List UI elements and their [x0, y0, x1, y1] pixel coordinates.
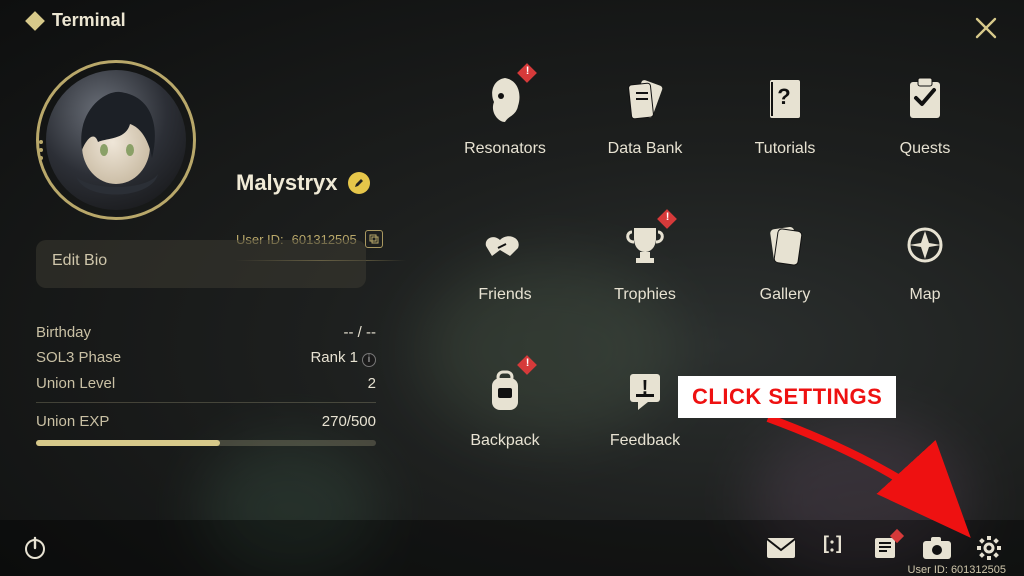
power-button[interactable]: [20, 533, 50, 563]
mail-button[interactable]: [766, 533, 796, 563]
annotation-callout: CLICK SETTINGS: [678, 376, 896, 418]
menu-feedback[interactable]: ! Feedback: [580, 352, 710, 492]
camera-button[interactable]: [922, 533, 952, 563]
level-value: 2: [368, 375, 376, 392]
menu-label: Trophies: [614, 286, 676, 304]
svg-text:[: [: [823, 535, 829, 553]
databank-icon: [618, 72, 672, 126]
quests-icon: [898, 72, 952, 126]
menu-label: Map: [909, 286, 940, 304]
menu-label: Friends: [478, 286, 531, 304]
menu-map[interactable]: Map: [860, 206, 990, 346]
edit-name-button[interactable]: [348, 172, 370, 194]
svg-text:]: ]: [836, 535, 842, 553]
menu-label: Data Bank: [608, 140, 683, 158]
player-name: Malystryx: [236, 170, 338, 196]
menu-label: Resonators: [464, 140, 546, 158]
svg-text:?: ?: [777, 84, 790, 109]
birthday-value: -- / --: [344, 324, 376, 341]
menu-quests[interactable]: Quests: [860, 60, 990, 200]
edit-bio-input[interactable]: Edit Bio: [36, 240, 366, 288]
menu-label: Quests: [900, 140, 951, 158]
exp-bar: [36, 440, 376, 446]
info-icon[interactable]: i: [362, 353, 376, 367]
bio-placeholder: Edit Bio: [52, 252, 107, 269]
exp-bar-fill: [36, 440, 220, 446]
friends-icon: [478, 218, 532, 272]
notice-button[interactable]: [870, 533, 900, 563]
map-icon: [898, 218, 952, 272]
divider: [36, 402, 376, 403]
menu-tutorials[interactable]: ? Tutorials: [720, 60, 850, 200]
settings-button[interactable]: [974, 533, 1004, 563]
phase-label: SOL3 Phase: [36, 349, 121, 367]
gallery-icon: [758, 218, 812, 272]
level-label: Union Level: [36, 375, 115, 392]
feedback-icon: !: [618, 364, 672, 418]
avatar-ring: [36, 60, 196, 220]
menu-gallery[interactable]: Gallery: [720, 206, 850, 346]
menu-backpack[interactable]: Backpack: [440, 352, 570, 492]
menu-label: Gallery: [760, 286, 811, 304]
exp-label: Union EXP: [36, 413, 109, 430]
exp-value: 270/500: [322, 413, 376, 430]
copy-user-id-button[interactable]: [365, 230, 383, 248]
menu-label: Tutorials: [755, 140, 816, 158]
time-button[interactable]: []: [818, 533, 848, 563]
close-button[interactable]: [972, 14, 1000, 42]
birthday-label: Birthday: [36, 324, 91, 341]
menu-databank[interactable]: Data Bank: [580, 60, 710, 200]
page-title: Terminal: [52, 10, 126, 31]
menu-resonators[interactable]: Resonators: [440, 60, 570, 200]
footer-user-id: User ID: 601312505: [908, 564, 1006, 576]
menu-friends[interactable]: Friends: [440, 206, 570, 346]
menu-label: Backpack: [470, 432, 539, 450]
menu-label: Feedback: [610, 432, 680, 450]
terminal-diamond-icon: [25, 11, 45, 31]
phase-value: Rank 1: [310, 349, 358, 366]
tutorials-icon: ?: [758, 72, 812, 126]
menu-trophies[interactable]: Trophies: [580, 206, 710, 346]
